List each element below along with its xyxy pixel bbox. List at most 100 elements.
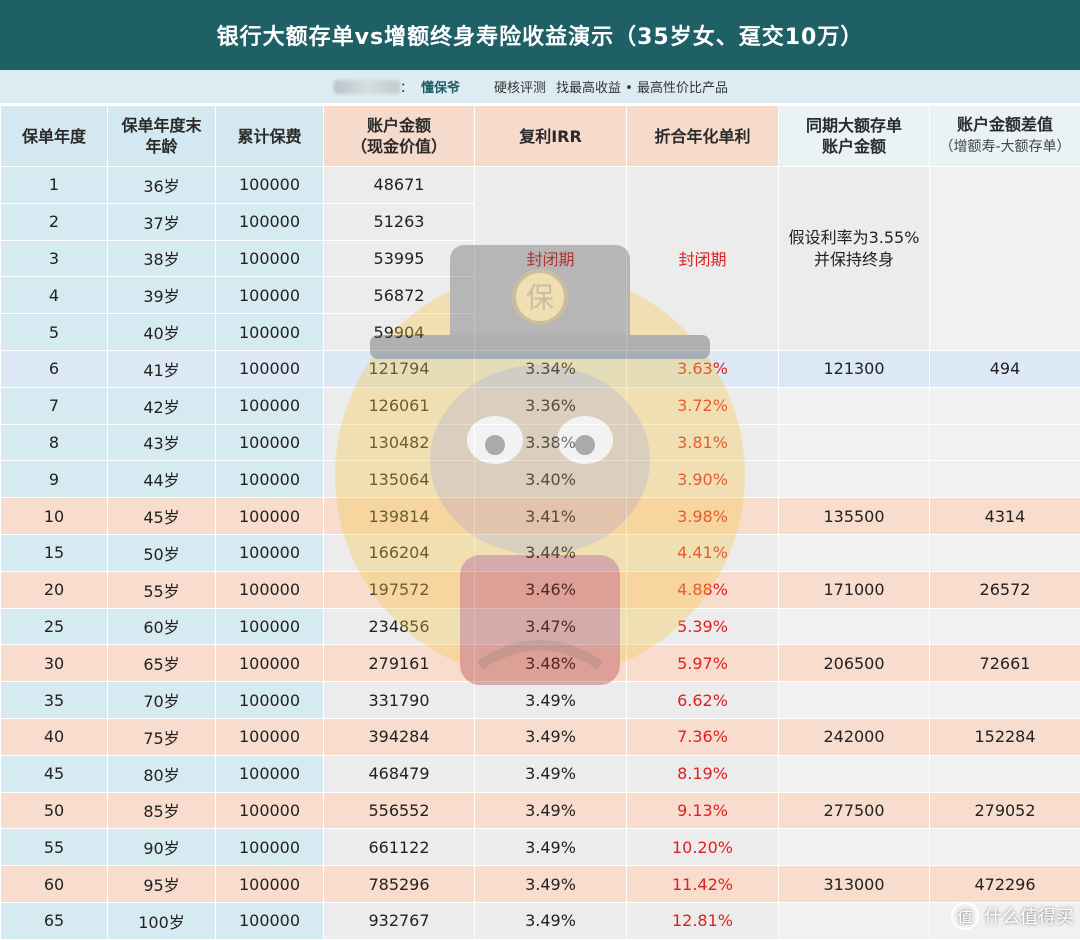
table-row: 2055岁1000001975723.46%4.88%17100026572 [1, 571, 1080, 608]
cell-premium: 100000 [216, 534, 324, 571]
header-age: 保单年度末年龄 [108, 106, 216, 167]
cell-deposit: 171000 [779, 571, 930, 608]
cell-account-value: 53995 [324, 240, 475, 277]
cell-deposit: 121300 [779, 350, 930, 387]
cell-year: 30 [1, 645, 108, 682]
deposit-note-line2: 并保持终身 [814, 250, 894, 269]
table-row: 641岁1000001217943.34%3.63%121300494 [1, 350, 1080, 387]
cell-premium: 100000 [216, 387, 324, 424]
cell-year: 8 [1, 424, 108, 461]
cell-account-value: 468479 [324, 755, 475, 792]
cell-premium: 100000 [216, 498, 324, 535]
cell-difference [930, 608, 1080, 645]
cell-premium: 100000 [216, 167, 324, 204]
cell-age: 44岁 [108, 461, 216, 498]
cell-year: 6 [1, 350, 108, 387]
cell-account-value: 126061 [324, 387, 475, 424]
header-premium: 累计保费 [216, 106, 324, 167]
table-row: 742岁1000001260613.36%3.72% [1, 387, 1080, 424]
cell-simple-rate: 9.13% [627, 792, 779, 829]
cell-difference [930, 534, 1080, 571]
cell-deposit [779, 682, 930, 719]
header-policy-year: 保单年度 [1, 106, 108, 167]
cell-age: 36岁 [108, 167, 216, 204]
cell-irr: 3.48% [475, 645, 627, 682]
site-name: 什么值得买 [984, 903, 1074, 929]
cell-year: 20 [1, 571, 108, 608]
comparison-table: 保单年度 保单年度末年龄 累计保费 账户金额（现金价值） 复利IRR 折合年化单… [0, 105, 1080, 940]
header-age-line1: 保单年度末 [121, 116, 201, 135]
cell-age: 100岁 [108, 902, 216, 939]
cell-account-value: 234856 [324, 608, 475, 645]
cell-irr: 3.36% [475, 387, 627, 424]
cell-age: 60岁 [108, 608, 216, 645]
page-title: 银行大额存单vs增额终身寿险收益演示（35岁女、趸交10万） [0, 0, 1080, 70]
cell-simple-rate: 10.20% [627, 829, 779, 866]
cell-premium: 100000 [216, 608, 324, 645]
cell-irr: 3.44% [475, 534, 627, 571]
header-account-value: 账户金额（现金价值） [324, 106, 475, 167]
table-row: 843岁1000001304823.38%3.81% [1, 424, 1080, 461]
cell-age: 75岁 [108, 718, 216, 755]
cell-year: 3 [1, 240, 108, 277]
cell-premium: 100000 [216, 461, 324, 498]
cell-simple-rate: 3.90% [627, 461, 779, 498]
cell-premium: 100000 [216, 645, 324, 682]
table-row: 944岁1000001350643.40%3.90% [1, 461, 1080, 498]
cell-simple-rate: 4.41% [627, 534, 779, 571]
cell-account-value: 135064 [324, 461, 475, 498]
table-row: 4580岁1000004684793.49%8.19% [1, 755, 1080, 792]
cell-age: 41岁 [108, 350, 216, 387]
cell-simple-rate: 6.62% [627, 682, 779, 719]
cell-premium: 100000 [216, 277, 324, 314]
deposit-note-line1: 假设利率为3.55% [789, 228, 920, 247]
cell-deposit: 313000 [779, 866, 930, 903]
header-row: 保单年度 保单年度末年龄 累计保费 账户金额（现金价值） 复利IRR 折合年化单… [1, 106, 1080, 167]
cell-year: 10 [1, 498, 108, 535]
cell-difference [930, 829, 1080, 866]
cell-year: 25 [1, 608, 108, 645]
cell-difference [930, 755, 1080, 792]
cell-year: 1 [1, 167, 108, 204]
cell-premium: 100000 [216, 792, 324, 829]
cell-irr: 3.49% [475, 829, 627, 866]
cell-year: 60 [1, 866, 108, 903]
cell-irr: 3.41% [475, 498, 627, 535]
cell-age: 80岁 [108, 755, 216, 792]
cell-year: 4 [1, 277, 108, 314]
cell-difference: 494 [930, 350, 1080, 387]
header-deposit-line1: 同期大额存单 [806, 116, 902, 135]
cell-account-value: 932767 [324, 902, 475, 939]
header-simple-rate: 折合年化单利 [627, 106, 779, 167]
cell-age: 39岁 [108, 277, 216, 314]
cell-simple-rate: 3.72% [627, 387, 779, 424]
cell-deposit: 242000 [779, 718, 930, 755]
blurred-account-name [334, 80, 400, 94]
cell-deposit [779, 755, 930, 792]
table-row: 5590岁1000006611223.49%10.20% [1, 829, 1080, 866]
cell-age: 42岁 [108, 387, 216, 424]
cell-age: 65岁 [108, 645, 216, 682]
header-difference-line1: 账户金额差值 [957, 115, 1053, 134]
cell-irr: 3.49% [475, 682, 627, 719]
cell-irr: 3.49% [475, 866, 627, 903]
cell-premium: 100000 [216, 829, 324, 866]
cell-difference [930, 387, 1080, 424]
site-watermark: 值 什么值得买 [950, 901, 1074, 931]
cell-account-value: 48671 [324, 167, 475, 204]
cell-deposit [779, 608, 930, 645]
cell-account-value: 279161 [324, 645, 475, 682]
header-difference: 账户金额差值（增额寿-大额存单） [930, 106, 1080, 167]
cell-simple-rate: 8.19% [627, 755, 779, 792]
cell-difference: 72661 [930, 645, 1080, 682]
cell-deposit-note: 假设利率为3.55% 并保持终身 [779, 167, 930, 351]
cell-age: 70岁 [108, 682, 216, 719]
cell-age: 37岁 [108, 203, 216, 240]
cell-simple-rate: 4.88% [627, 571, 779, 608]
cell-premium: 100000 [216, 755, 324, 792]
cell-year: 55 [1, 829, 108, 866]
header-age-line2: 年龄 [145, 137, 177, 156]
cell-year: 9 [1, 461, 108, 498]
table-row: 1550岁1000001662043.44%4.41% [1, 534, 1080, 571]
cell-difference [930, 682, 1080, 719]
